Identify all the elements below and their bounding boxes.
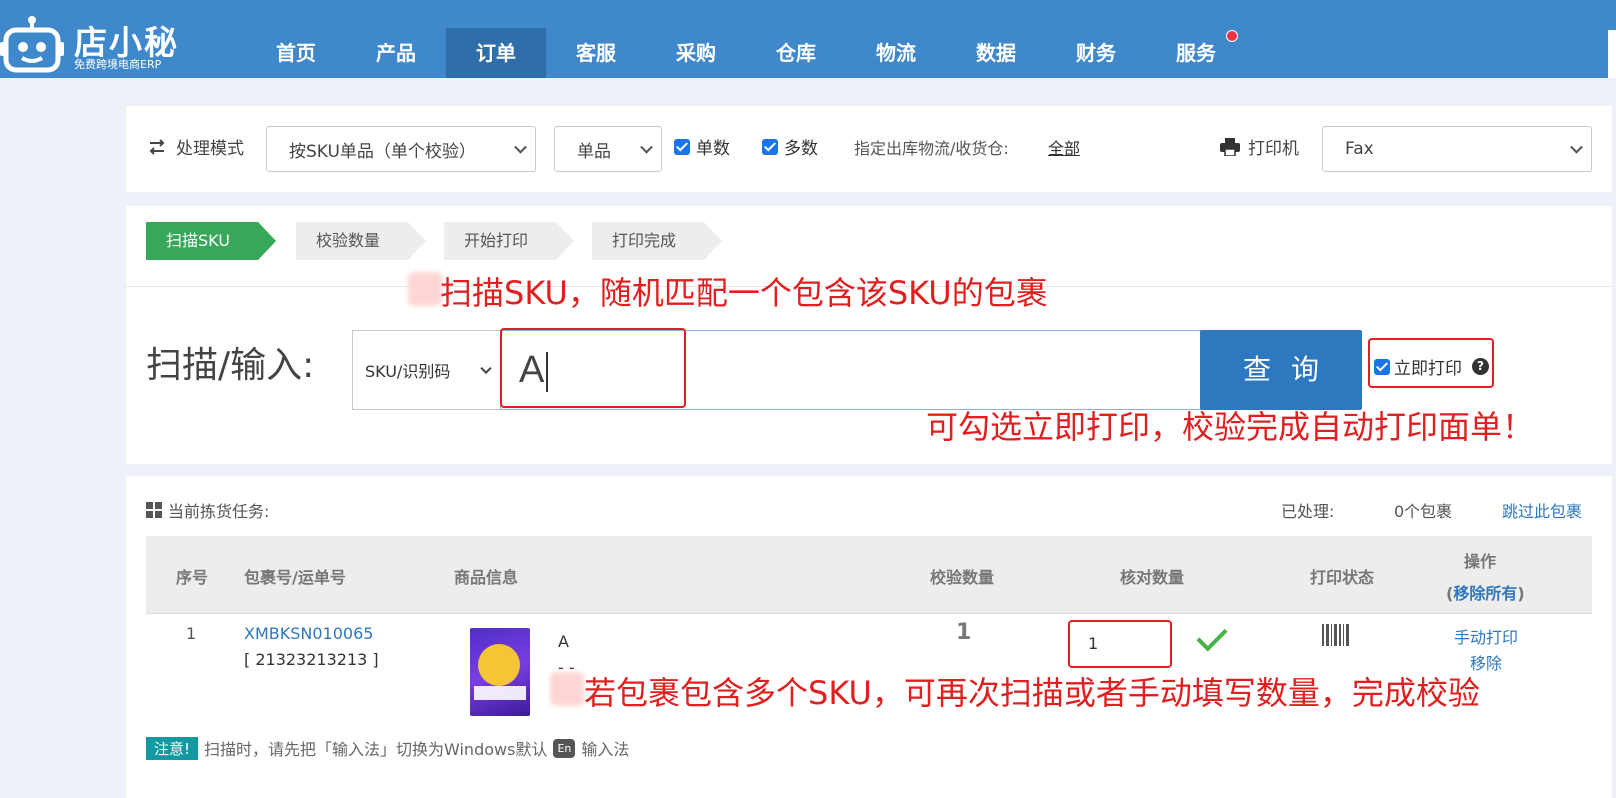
product-sku: A xyxy=(558,632,569,651)
warehouse-filter-link[interactable]: 全部 xyxy=(1048,135,1080,159)
item-type-value: 单品 xyxy=(577,141,611,162)
annotation-print-tip: 可勾选立即打印，校验完成自动打印面单！ xyxy=(926,408,1535,446)
tracking-number: [ 21323213213 ] xyxy=(244,650,379,669)
multi-count-checkbox[interactable]: 多数 xyxy=(762,134,818,159)
thumbnail-band xyxy=(474,686,526,700)
remove-all-link[interactable]: 移除所有 xyxy=(1453,584,1517,603)
processing-mode-label: 处理模式 xyxy=(148,134,244,159)
check-quantity: 1 xyxy=(956,620,972,645)
notice-text: 扫描时，请先把「输入法」切换为Windows默认 xyxy=(204,740,548,759)
warehouse-filter-label: 指定出库物流/收货仓: xyxy=(854,139,1009,158)
annotation-scan-tip: 扫描SKU，随机匹配一个包含该SKU的包裹 xyxy=(440,274,1048,312)
remove-all-wrapper: (移除所有) xyxy=(1446,584,1525,603)
scan-input-label: 扫描/输入: xyxy=(146,345,315,386)
manual-print-link[interactable]: 手动打印 xyxy=(1454,624,1518,648)
skip-package-link[interactable]: 跳过此包裹 xyxy=(1502,498,1582,522)
printer-select[interactable]: Fax xyxy=(1322,126,1592,172)
row-index: 1 xyxy=(186,624,197,643)
scan-type-value: SKU/识别码 xyxy=(365,362,451,381)
printer-label-text: 打印机 xyxy=(1248,139,1299,159)
query-button[interactable]: 查询 xyxy=(1200,330,1362,410)
product-thumbnail[interactable] xyxy=(470,628,530,716)
chevron-down-icon xyxy=(640,140,653,154)
table-header: 序号 包裹号/运单号 商品信息 校验数量 核对数量 打印状态 操作 (移除所有) xyxy=(146,536,1592,614)
single-count-label: 单数 xyxy=(696,139,730,159)
current-task-title: 当前拣货任务: xyxy=(146,498,269,522)
ime-notice: 注意! 扫描时，请先把「输入法」切换为Windows默认 En 输入法 xyxy=(146,736,629,760)
robot-logo-icon xyxy=(0,16,64,73)
brand-tagline: 免费跨境电商ERP xyxy=(74,58,162,71)
scan-panel: 扫描SKU 校验数量 开始打印 打印完成 扫描SKU，随机匹配一个包含该SKU的… xyxy=(126,206,1612,464)
verify-quantity-input[interactable]: 1 xyxy=(1068,620,1172,668)
nav-item-warehouse[interactable]: 仓库 xyxy=(746,28,846,78)
chevron-down-icon xyxy=(514,140,527,154)
picking-task-panel: 当前拣货任务: 已处理: 0个包裹 跳过此包裹 序号 包裹号/运单号 商品信息 … xyxy=(126,476,1612,798)
processed-label: 已处理: xyxy=(1281,502,1335,521)
processing-settings-panel: 处理模式 按SKU单品（单个校验） 单品 单数 多数 指定出库物流/收货仓: 全… xyxy=(126,106,1612,192)
processing-mode-text: 处理模式 xyxy=(176,139,244,159)
barcode-icon xyxy=(1322,622,1350,646)
single-count-checkbox[interactable]: 单数 xyxy=(674,134,730,159)
redacted-mark xyxy=(550,672,584,706)
nav-item-products[interactable]: 产品 xyxy=(346,28,446,78)
package-number-link[interactable]: XMBKSN010065 xyxy=(244,624,373,643)
step-scan-sku: 扫描SKU xyxy=(146,222,276,260)
col-product-info: 商品信息 xyxy=(454,568,519,587)
thumbnail-badge xyxy=(478,644,520,686)
notice-tag: 注意! xyxy=(146,736,199,760)
item-type-select[interactable]: 单品 xyxy=(554,126,662,172)
brand-logo[interactable]: 店小秘 免费跨境电商ERP xyxy=(0,6,177,73)
chevron-down-icon xyxy=(480,362,492,375)
check-icon xyxy=(1196,620,1228,652)
step-start-print: 开始打印 xyxy=(444,222,574,260)
printer-label: 打印机 xyxy=(1220,134,1299,159)
redacted-mark xyxy=(408,272,442,306)
col-action: 操作 xyxy=(1464,552,1497,571)
printer-select-value: Fax xyxy=(1345,139,1374,159)
en-keyboard-icon: En xyxy=(553,738,576,758)
swap-arrows-icon xyxy=(149,138,165,155)
nav-item-services[interactable]: 服务 xyxy=(1146,28,1246,78)
nav-item-logistics[interactable]: 物流 xyxy=(846,28,946,78)
processed-count: 0个包裹 xyxy=(1394,502,1453,521)
nav-item-services-label: 服务 xyxy=(1176,41,1216,65)
col-verify-qty: 核对数量 xyxy=(1120,568,1185,587)
checkbox-checked-icon xyxy=(762,138,778,155)
notification-dot-icon xyxy=(1226,30,1238,42)
notice-text-end: 输入法 xyxy=(581,740,630,759)
step-print-complete: 打印完成 xyxy=(592,222,722,260)
current-task-label: 当前拣货任务: xyxy=(168,502,270,521)
scan-type-select[interactable]: SKU/识别码 xyxy=(352,330,500,410)
annotation-multi-sku-tip: 若包裹包含多个SKU，可再次扫描或者手动填写数量，完成校验 xyxy=(584,674,1480,712)
col-print-status: 打印状态 xyxy=(1310,568,1375,587)
top-navbar: 店小秘 免费跨境电商ERP 首页 产品 订单 客服 采购 仓库 物流 数据 财务… xyxy=(0,0,1616,78)
nav-item-customer-service[interactable]: 客服 xyxy=(546,28,646,78)
nav-item-orders[interactable]: 订单 xyxy=(446,28,546,78)
multi-count-label: 多数 xyxy=(784,139,818,159)
nav-item-purchasing[interactable]: 采购 xyxy=(646,28,746,78)
window-edge xyxy=(1608,30,1616,78)
col-check-qty: 校验数量 xyxy=(930,568,995,587)
step-check-quantity: 校验数量 xyxy=(296,222,426,260)
nav-item-home[interactable]: 首页 xyxy=(246,28,346,78)
grid-icon xyxy=(146,502,162,518)
checkbox-checked-icon xyxy=(674,138,690,155)
nav-item-finance[interactable]: 财务 xyxy=(1046,28,1146,78)
chevron-down-icon xyxy=(1570,140,1583,154)
processing-mode-select[interactable]: 按SKU单品（单个校验） xyxy=(266,126,536,172)
printer-icon xyxy=(1220,137,1240,156)
nav-item-data[interactable]: 数据 xyxy=(946,28,1046,78)
col-index: 序号 xyxy=(176,568,209,587)
processing-mode-value: 按SKU单品（单个校验） xyxy=(289,141,476,162)
highlight-box-input xyxy=(500,328,686,408)
main-nav: 首页 产品 订单 客服 采购 仓库 物流 数据 财务 服务 xyxy=(246,28,1246,78)
col-package-no: 包裹号/运单号 xyxy=(244,568,346,587)
highlight-box-instant-print xyxy=(1368,338,1494,388)
